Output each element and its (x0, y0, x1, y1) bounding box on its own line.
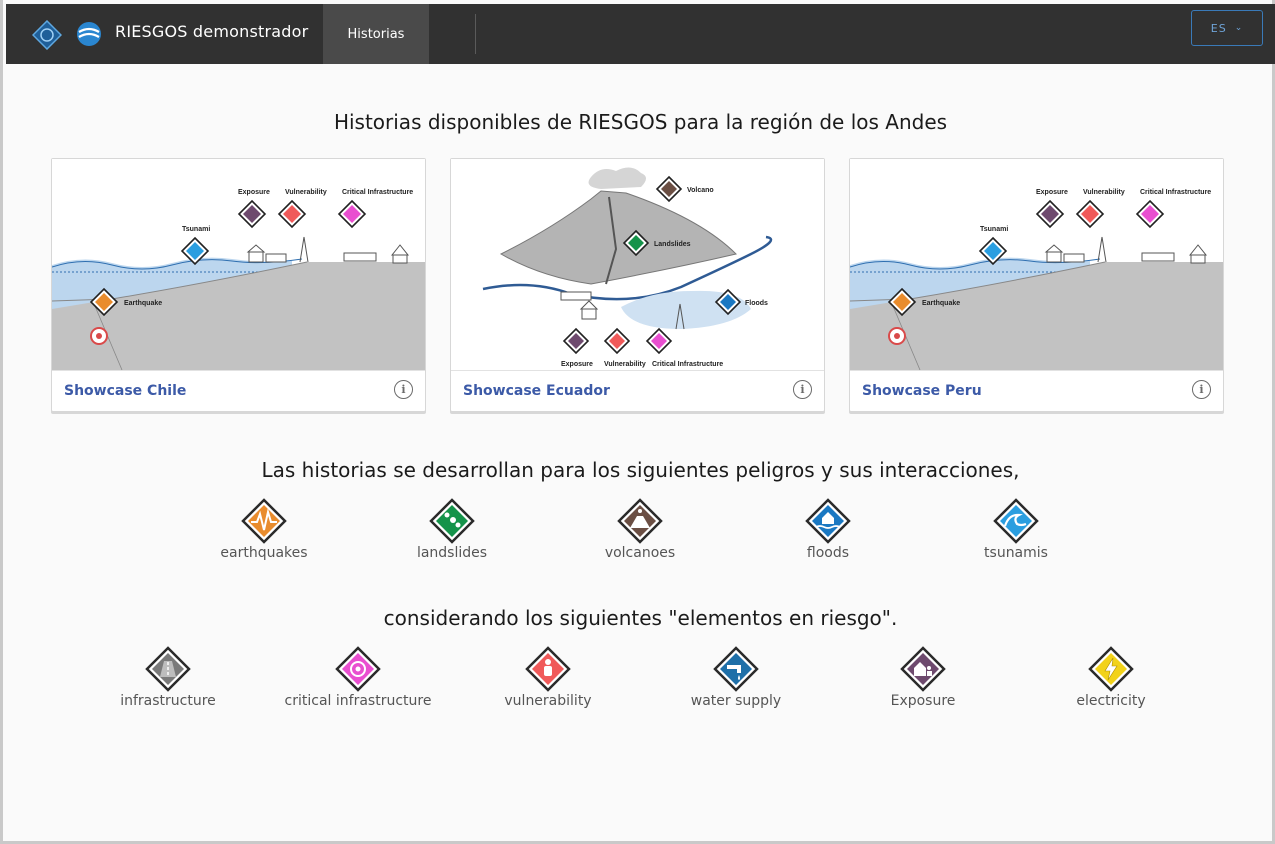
element-label: critical infrastructure (284, 693, 432, 709)
element-label: infrastructure (120, 693, 216, 709)
info-icon[interactable]: i (394, 380, 413, 399)
label-tsunami: Tsunami (182, 226, 210, 233)
info-icon[interactable]: i (793, 380, 812, 399)
peru-illustration: Exposure Vulnerability Critical Infrastr… (850, 159, 1223, 370)
element-critical-infrastructure: critical infrastructure (283, 646, 433, 709)
exposure-icon (900, 646, 946, 692)
label-volcano: Volcano (687, 187, 714, 194)
app-logo-icon[interactable] (76, 21, 102, 47)
road-icon (145, 646, 191, 692)
hazard-tsunamis: tsunamis (941, 498, 1091, 561)
ecuador-illustration: Volcano Landslides Floods Exposure Vulne… (451, 159, 824, 370)
hazard-landslides: landslides (377, 498, 527, 561)
header-divider (475, 14, 476, 54)
app-title[interactable]: RIESGOS demonstrador (115, 22, 308, 41)
element-water-supply: water supply (661, 646, 811, 709)
top-navbar: RIESGOS demonstrador Historias ES ⌄ (6, 4, 1275, 64)
card-title[interactable]: Showcase Ecuador (463, 383, 610, 399)
electricity-icon (1088, 646, 1134, 692)
hazard-floods: floods (753, 498, 903, 561)
hazard-label: landslides (416, 545, 488, 561)
language-value: ES (1210, 21, 1227, 35)
element-label: water supply (690, 693, 782, 709)
element-exposure: Exposure (848, 646, 998, 709)
element-electricity: electricity (1036, 646, 1186, 709)
hazard-label: earthquakes (220, 545, 308, 561)
info-icon[interactable]: i (1192, 380, 1211, 399)
label-critical-infrastructure: Critical Infrastructure (652, 361, 723, 368)
label-earthquake: Earthquake (922, 300, 960, 307)
element-vulnerability: vulnerability (473, 646, 623, 709)
vulnerability-icon (525, 646, 571, 692)
flood-icon (805, 498, 851, 544)
showcase-card-ecuador[interactable]: Volcano Landslides Floods Exposure Vulne… (450, 158, 825, 412)
element-infrastructure: infrastructure (93, 646, 243, 709)
tsunami-icon (993, 498, 1039, 544)
hazard-label: floods (806, 545, 850, 561)
element-label: vulnerability (504, 693, 592, 709)
elements-heading: considerando los siguientes "elementos e… (383, 606, 898, 630)
chile-illustration: Exposure Vulnerability Critical Infrastr… (52, 159, 425, 370)
hazard-volcanoes: volcanoes (565, 498, 715, 561)
card-footer: Showcase Chile i (52, 370, 425, 412)
hazards-heading: Las historias se desarrollan para los si… (261, 458, 1020, 482)
landslide-icon (429, 498, 475, 544)
label-exposure: Exposure (238, 189, 270, 196)
water-tap-icon (713, 646, 759, 692)
tab-historias[interactable]: Historias (323, 4, 429, 64)
hazard-earthquakes: earthquakes (189, 498, 339, 561)
element-label: Exposure (890, 693, 956, 709)
label-earthquake: Earthquake (124, 300, 162, 307)
label-landslides: Landslides (654, 241, 691, 248)
label-exposure: Exposure (561, 361, 593, 368)
hazard-label: tsunamis (984, 545, 1048, 561)
card-title[interactable]: Showcase Peru (862, 383, 982, 399)
element-label: electricity (1076, 693, 1146, 709)
label-floods: Floods (745, 300, 768, 307)
label-critical-infrastructure: Critical Infrastructure (342, 189, 413, 196)
label-vulnerability: Vulnerability (285, 189, 327, 196)
riesgos-logo-icon[interactable] (32, 20, 62, 50)
showcase-card-peru[interactable]: Exposure Vulnerability Critical Infrastr… (849, 158, 1224, 412)
label-exposure: Exposure (1036, 189, 1068, 196)
page-frame: RIESGOS demonstrador Historias ES ⌄ Hist… (0, 0, 1275, 844)
critical-infrastructure-icon (335, 646, 381, 692)
language-select[interactable]: ES ⌄ (1191, 10, 1263, 46)
card-title[interactable]: Showcase Chile (64, 383, 186, 399)
showcase-card-chile[interactable]: Exposure Vulnerability Critical Infrastr… (51, 158, 426, 412)
label-tsunami: Tsunami (980, 226, 1008, 233)
label-critical-infrastructure: Critical Infrastructure (1140, 189, 1211, 196)
showcases-heading: Historias disponibles de RIESGOS para la… (333, 110, 948, 134)
label-vulnerability: Vulnerability (1083, 189, 1125, 196)
earthquake-icon (241, 498, 287, 544)
label-vulnerability: Vulnerability (604, 361, 646, 368)
chevron-down-icon: ⌄ (1234, 23, 1244, 33)
card-footer: Showcase Peru i (850, 370, 1223, 412)
card-footer: Showcase Ecuador i (451, 370, 824, 412)
hazard-label: volcanoes (604, 545, 676, 561)
volcano-icon (617, 498, 663, 544)
